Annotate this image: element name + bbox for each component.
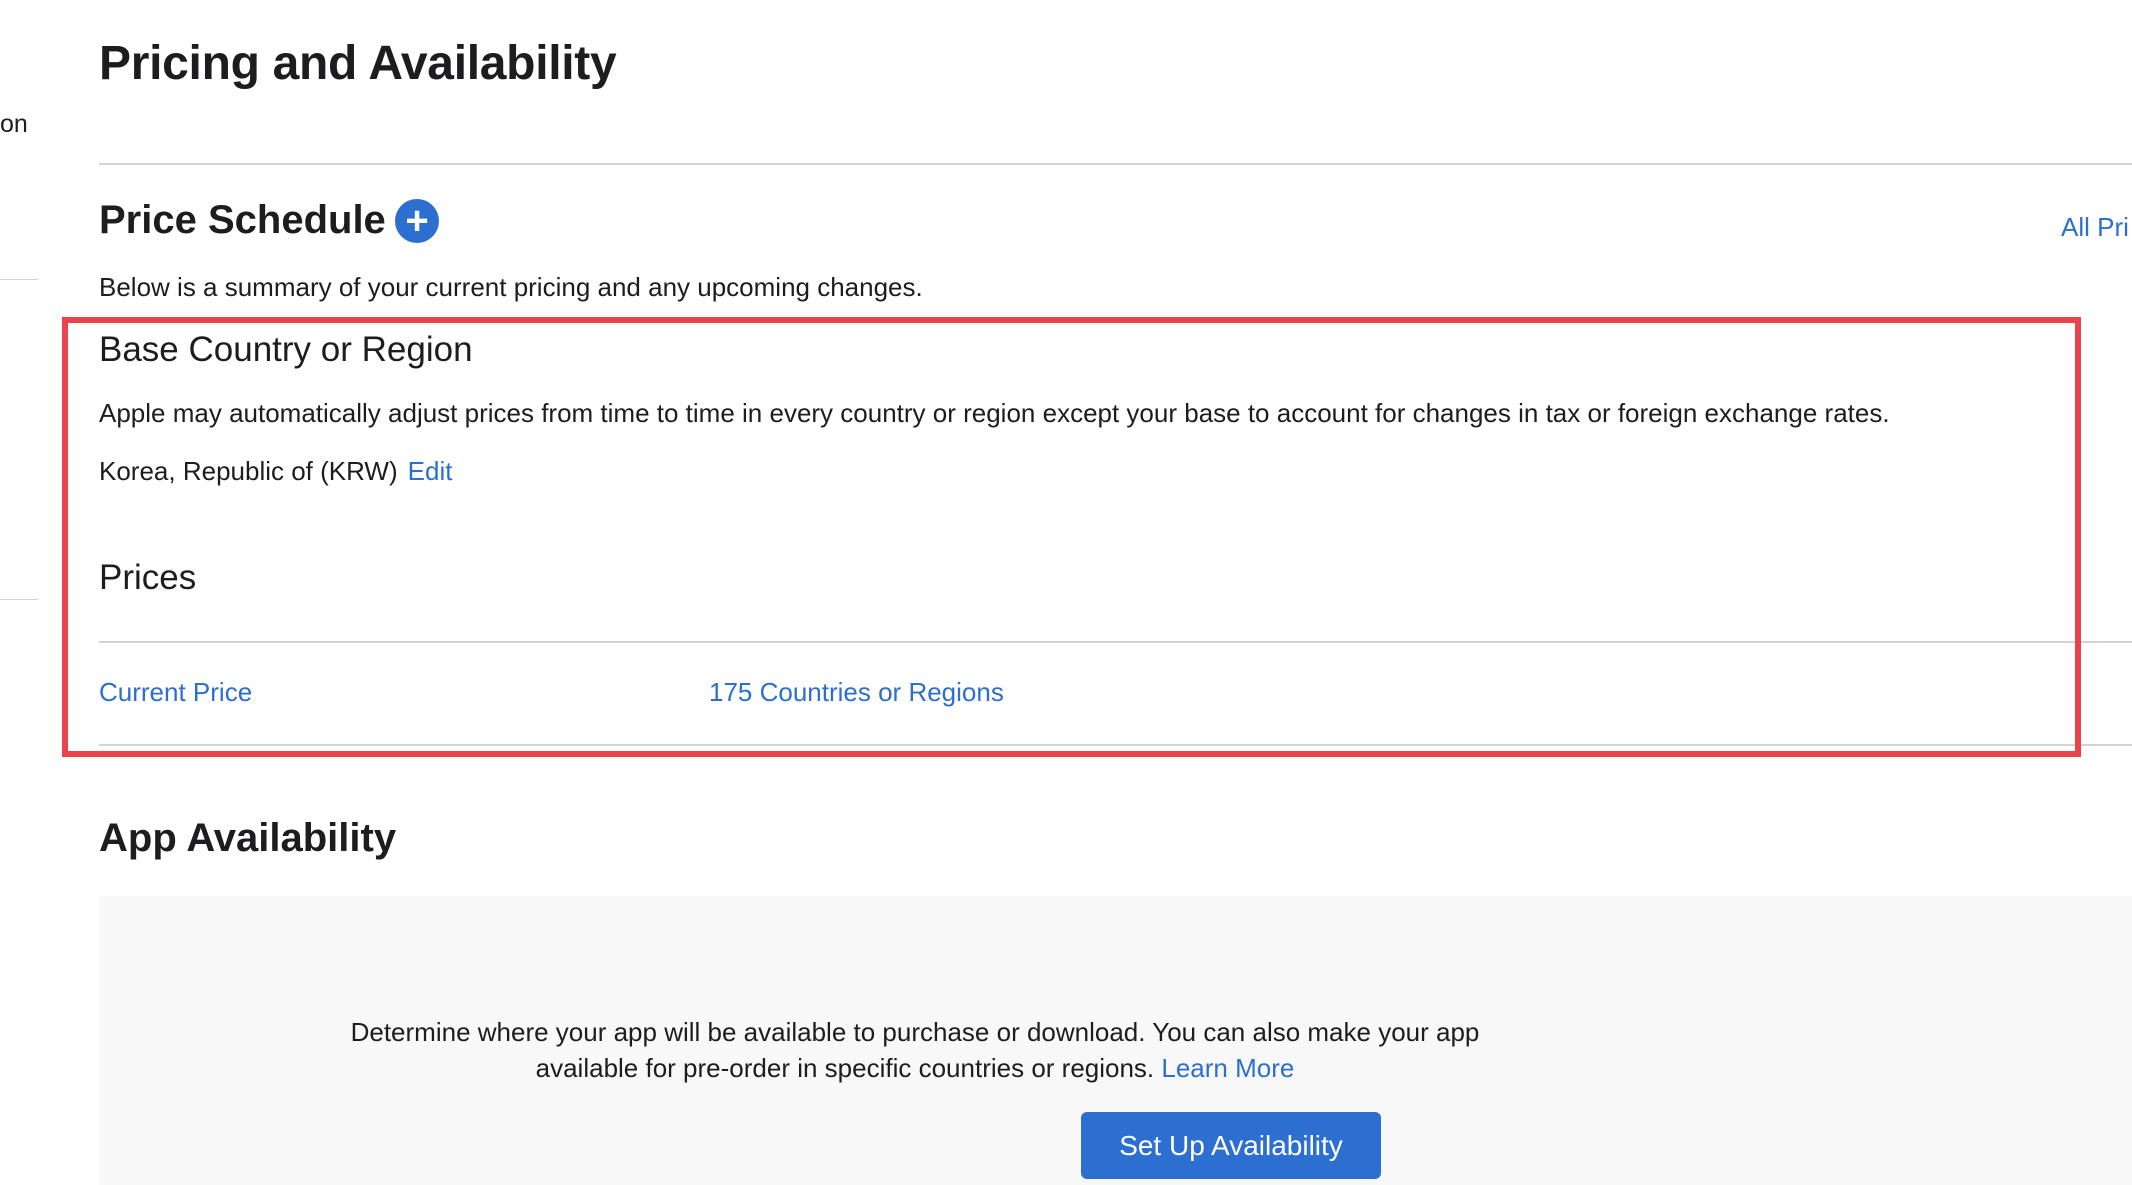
title-divider: [99, 163, 2132, 165]
sidebar-item-partial[interactable]: on: [0, 110, 28, 139]
prices-table-divider: [99, 641, 2132, 643]
base-country-row: Korea, Republic of (KRW) Edit: [99, 456, 452, 487]
countries-column-header[interactable]: 175 Countries or Regions: [709, 677, 1004, 708]
price-schedule-summary: Below is a summary of your current prici…: [99, 272, 923, 302]
availability-line-1: Determine where your app will be availab…: [350, 1017, 1480, 1047]
prices-table-divider: [99, 744, 2132, 746]
set-up-availability-button[interactable]: Set Up Availability: [1081, 1112, 1381, 1179]
page-root: on Pricing and Availability Price Schedu…: [0, 0, 2132, 1185]
learn-more-link[interactable]: Learn More: [1161, 1053, 1294, 1083]
plus-circle-icon: +: [405, 199, 429, 243]
base-country-title: Base Country or Region: [99, 330, 473, 369]
edit-base-country-link[interactable]: Edit: [408, 456, 453, 486]
add-price-schedule-button[interactable]: +: [395, 199, 439, 243]
all-prices-link[interactable]: All Pri: [2061, 212, 2129, 243]
current-price-column-header[interactable]: Current Price: [99, 677, 252, 708]
availability-description: Determine where your app will be availab…: [99, 1014, 1731, 1086]
availability-panel: Determine where your app will be availab…: [99, 896, 2132, 1185]
prices-title: Prices: [99, 558, 197, 597]
price-schedule-title: Price Schedule: [99, 198, 386, 242]
base-country-description: Apple may automatically adjust prices fr…: [99, 398, 1890, 428]
sidebar-divider: [0, 279, 38, 280]
page-title: Pricing and Availability: [99, 37, 617, 90]
sidebar-divider: [0, 599, 38, 600]
availability-line-2: available for pre-order in specific coun…: [535, 1053, 1155, 1083]
app-availability-title: App Availability: [99, 816, 397, 860]
main-content: Pricing and Availability Price Schedule …: [99, 0, 2132, 1185]
base-country-value: Korea, Republic of (KRW): [99, 456, 398, 486]
